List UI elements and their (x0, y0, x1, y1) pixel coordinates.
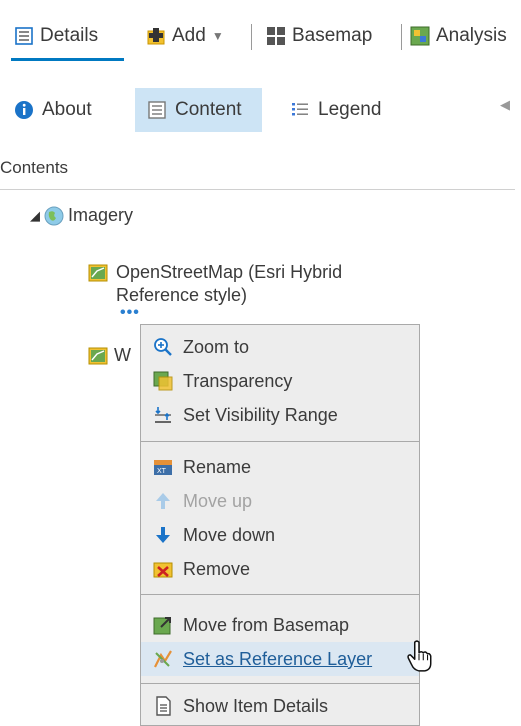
svg-text:XT: XT (157, 468, 167, 475)
menu-item-set-visibility-range[interactable]: Set Visibility Range (141, 398, 419, 432)
tab-legend-label: Legend (318, 99, 382, 120)
layer-icon (88, 347, 108, 364)
menu-item-zoom-to[interactable]: Zoom to (141, 330, 419, 364)
menu-item-move-up[interactable]: Move up (141, 484, 419, 518)
details-active-underline (11, 58, 124, 61)
tab-about-label: About (42, 99, 92, 120)
menu-item-label: Set Visibility Range (183, 404, 338, 425)
add-label: Add (172, 25, 206, 46)
transparency-icon (153, 371, 173, 391)
layer-context-menu: Zoom to Transparency Set Visibility Rang… (140, 324, 420, 726)
tab-content[interactable]: Content (135, 88, 262, 132)
menu-item-move-down[interactable]: Move down (141, 518, 419, 552)
layer-icon (88, 264, 108, 282)
menu-item-label: Show Item Details (183, 695, 329, 716)
globe-icon (44, 206, 64, 225)
menu-item-set-as-reference-layer[interactable]: Set as Reference Layer (141, 642, 419, 676)
reference-layer-icon (154, 650, 172, 668)
menu-separator (141, 683, 419, 684)
add-button[interactable]: Add ▼ (146, 22, 224, 50)
menu-separator (141, 594, 419, 595)
arrow-down-icon (156, 527, 170, 543)
menu-item-transparency[interactable]: Transparency (141, 364, 419, 398)
visibility-range-icon (155, 407, 171, 423)
menu-item-remove[interactable]: Remove (141, 552, 419, 586)
menu-item-label: Set as Reference Layer (183, 648, 373, 669)
tab-legend[interactable]: Legend (290, 88, 400, 132)
zoom-icon (154, 338, 172, 356)
collapse-triangle-icon[interactable]: ◢ (30, 208, 40, 224)
rename-icon: XT (154, 460, 172, 475)
contents-heading: Contents (0, 158, 69, 177)
details-button[interactable]: Details (14, 22, 98, 50)
divider (0, 189, 515, 190)
menu-item-move-from-basemap[interactable]: Move from Basemap (141, 608, 419, 642)
collapse-panel-icon[interactable]: ◀ (500, 97, 510, 113)
tab-about[interactable]: About (14, 88, 126, 132)
menu-item-label: Move down (183, 524, 276, 545)
info-icon (15, 101, 33, 119)
menu-item-label: Zoom to (183, 336, 250, 357)
layer-title-partial: W (114, 345, 131, 365)
menu-item-label: Rename (183, 456, 252, 477)
toolbar-separator (251, 24, 252, 50)
menu-separator (141, 441, 419, 442)
legend-icon (292, 103, 308, 116)
menu-item-show-item-details[interactable]: Show Item Details (141, 689, 419, 723)
analysis-button[interactable]: Analysis (410, 22, 507, 50)
tab-content-label: Content (175, 99, 242, 120)
menu-item-label: Move from Basemap (183, 614, 350, 635)
basemap-label: Basemap (292, 25, 373, 46)
tree-group-imagery[interactable]: ◢ Imagery (30, 205, 133, 226)
arrow-up-icon (156, 493, 170, 509)
content-icon (148, 101, 166, 119)
tree-layer-openstreetmap[interactable]: OpenStreetMap (Esri Hybrid Reference sty… (88, 261, 418, 307)
details-label: Details (40, 25, 99, 46)
basemap-button[interactable]: Basemap (266, 22, 372, 50)
move-from-basemap-icon (153, 617, 171, 635)
details-icon (15, 27, 33, 45)
menu-item-label: Remove (183, 558, 251, 579)
remove-icon (153, 562, 173, 578)
hand-pointer-cursor-icon (407, 640, 432, 672)
menu-item-rename[interactable]: XT Rename (141, 450, 419, 484)
basemap-icon (267, 27, 285, 45)
item-details-icon (156, 696, 171, 716)
analysis-label: Analysis (436, 25, 507, 46)
analysis-icon (410, 26, 430, 46)
menu-item-label: Move up (183, 490, 253, 511)
toolbar-separator (401, 24, 402, 50)
layer-title-line1: OpenStreetMap (Esri Hybrid (116, 262, 343, 282)
layer-options-ellipsis-icon[interactable]: ••• (120, 305, 140, 321)
add-icon (147, 28, 165, 45)
tree-layer-second[interactable]: W (88, 345, 131, 366)
menu-item-label: Transparency (183, 370, 293, 391)
chevron-down-icon: ▼ (211, 29, 224, 43)
tree-group-label: Imagery (68, 205, 134, 225)
